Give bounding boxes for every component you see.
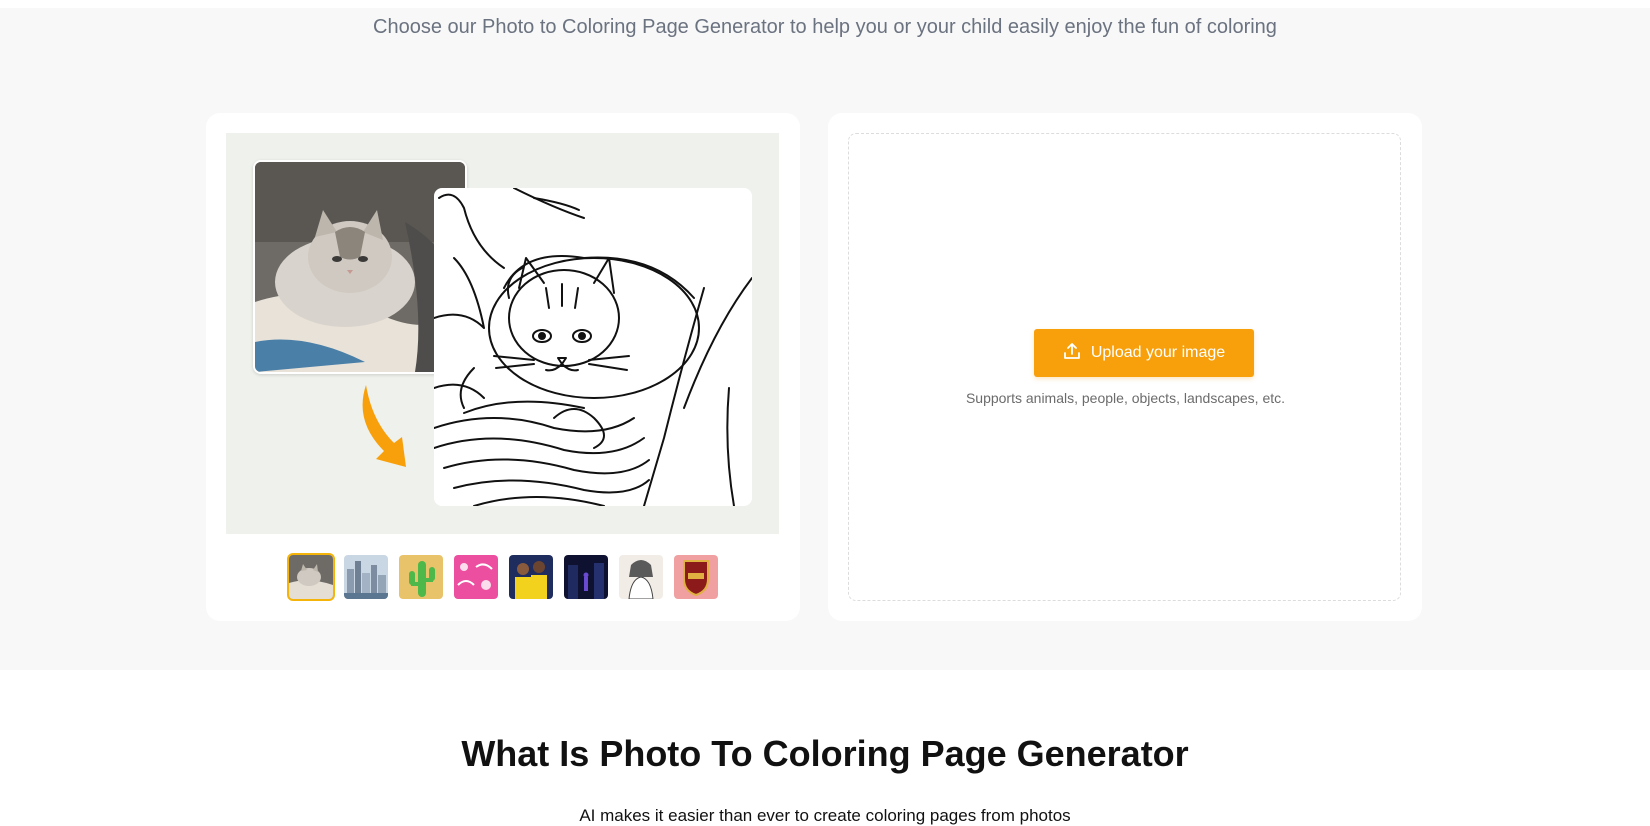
thumbnail-city[interactable] [342,553,390,601]
upload-card: Upload your image Supports animals, peop… [828,113,1422,621]
upload-icon [1063,342,1081,365]
hero-subtitle: Choose our Photo to Coloring Page Genera… [373,16,1277,38]
thumbnail-crest[interactable] [672,553,720,601]
thumbnail-cat[interactable] [286,553,335,601]
preview-card [206,113,800,621]
coloring-page-result [434,188,752,506]
upload-button-label: Upload your image [1090,344,1226,361]
thumbnail-night[interactable] [562,553,610,601]
preview-image [226,133,779,534]
thumbnail-cactus[interactable] [397,553,445,601]
section-subtitle: AI makes it easier than ever to create c… [579,806,1071,825]
top-strip [0,0,1650,8]
thumbnail-anime-sketch[interactable] [617,553,665,601]
hero-section: Choose our Photo to Coloring Page Genera… [0,8,1650,670]
thumbnail-soccer[interactable] [507,553,555,601]
arrow-icon [354,381,434,481]
upload-button[interactable]: Upload your image [1034,329,1254,377]
thumbnail-barbie[interactable] [452,553,500,601]
upload-dropzone[interactable]: Upload your image Supports animals, peop… [848,133,1401,601]
example-thumbnails [206,553,800,605]
upload-hint: Supports animals, people, objects, lands… [965,390,1286,406]
section-title: What Is Photo To Coloring Page Generator [461,733,1189,774]
